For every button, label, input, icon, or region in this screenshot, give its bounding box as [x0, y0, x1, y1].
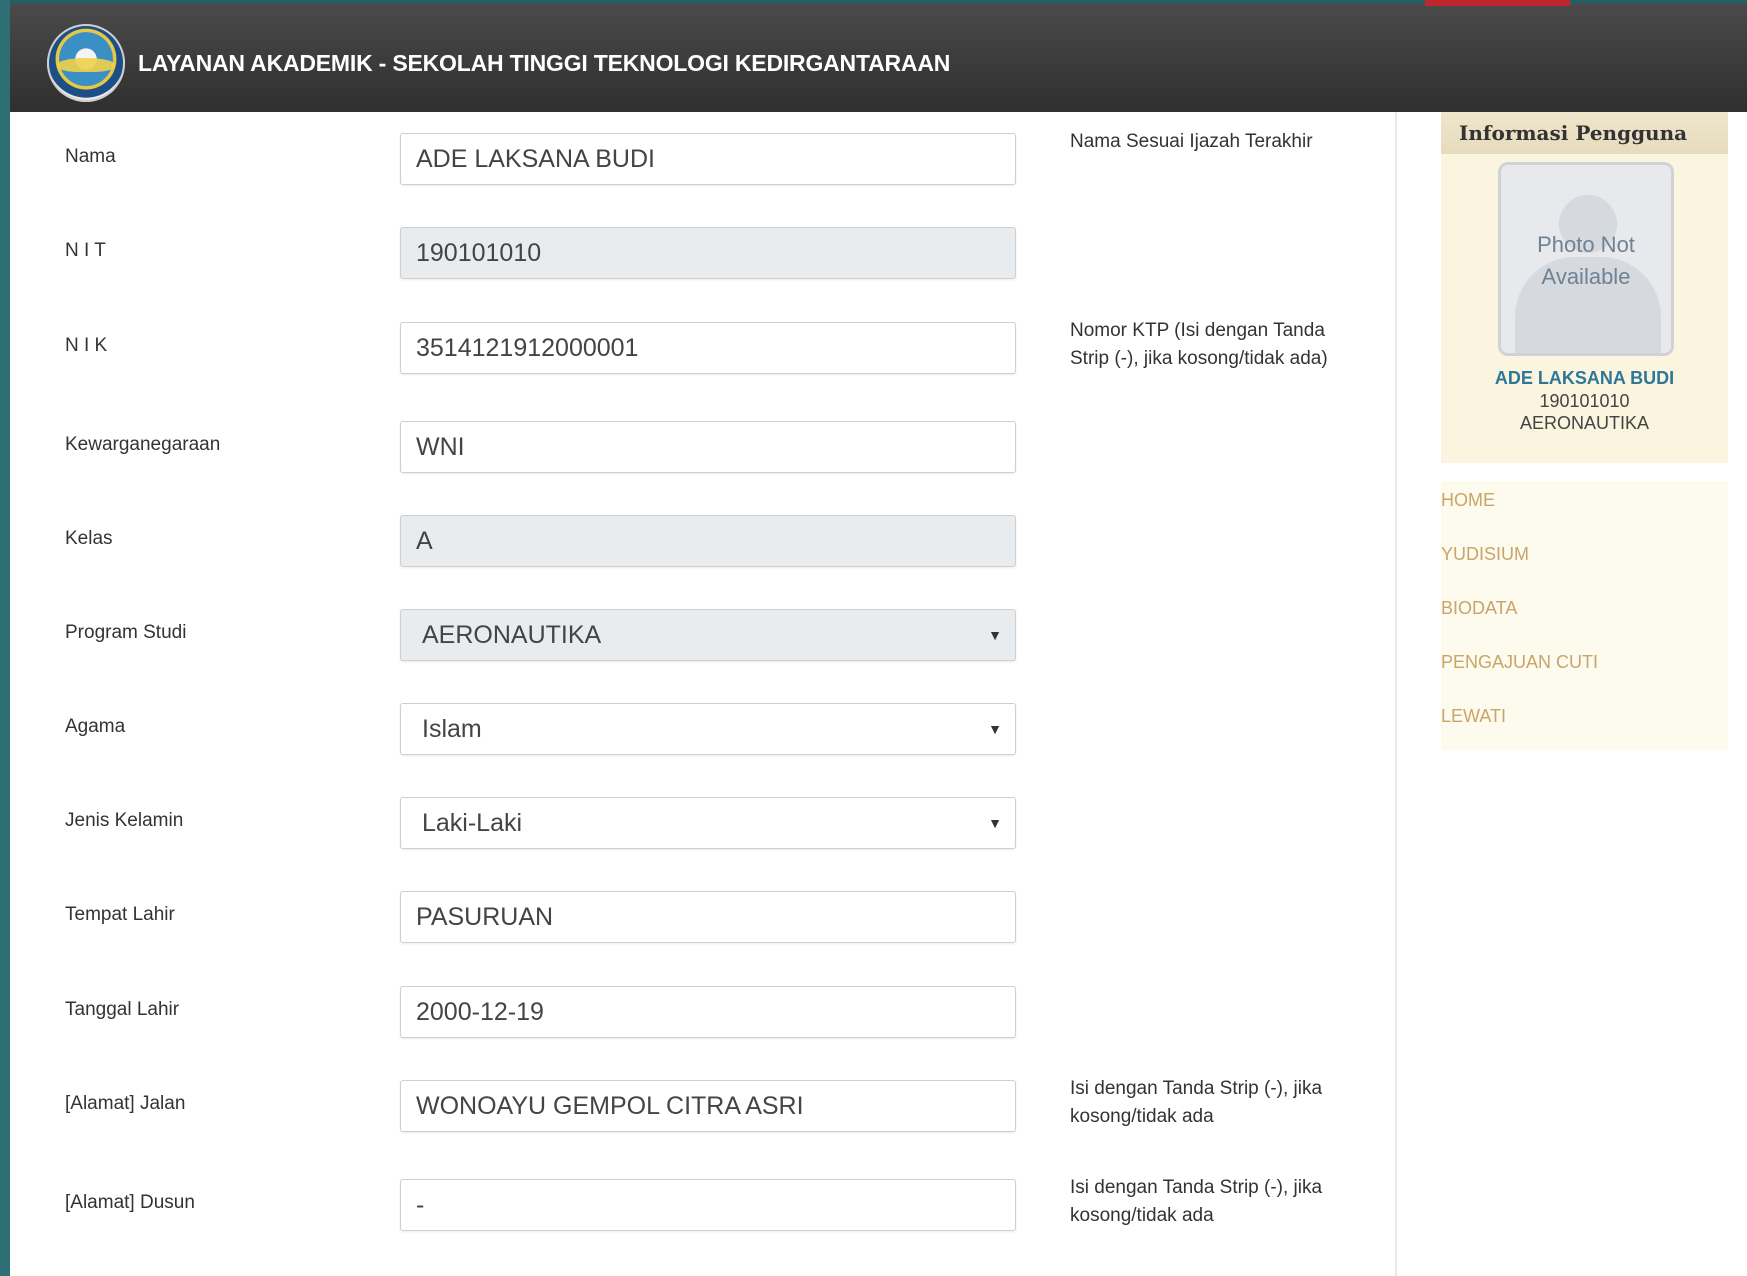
nit-input[interactable]: 190101010 [400, 227, 1016, 279]
hint-alamat-jalan: Isi dengan Tanda Strip (-), jika kosong/… [1070, 1078, 1323, 1127]
top-header-bar: LAYANAN AKADEMIK - SEKOLAH TINGGI TEKNOL… [10, 0, 1747, 112]
user-info-header: Informasi Pengguna [1441, 112, 1728, 154]
photo-text-line-2: Available [1541, 264, 1631, 289]
alamat-dusun-input[interactable]: - [400, 1179, 1016, 1231]
program-studi-select[interactable]: AERONAUTIKA ▼ [400, 609, 1016, 661]
label-tanggal-lahir: Tanggal Lahir [65, 999, 180, 1020]
nik-input[interactable]: 3514121912000001 [400, 322, 1016, 374]
user-photo-placeholder: Photo Not Available [1498, 162, 1674, 356]
kewarganegaraan-input[interactable]: WNI [400, 421, 1016, 473]
caret-down-icon: ▼ [988, 721, 1002, 737]
menu-item-lewati[interactable]: LEWATI [1441, 706, 1506, 727]
biodata-form: Nama ADE LAKSANA BUDI Nama Sesuai Ijazah… [10, 112, 1397, 1276]
jenis-kelamin-select[interactable]: Laki-Laki ▼ [400, 797, 1016, 849]
menu-item-pengajuan-cuti[interactable]: PENGAJUAN CUTI [1441, 652, 1598, 673]
user-name: ADE LAKSANA BUDI [1494, 368, 1675, 388]
label-nik: N I K [65, 335, 108, 356]
user-program-studi: AERONAUTIKA [1519, 413, 1650, 433]
user-info-title: Informasi Pengguna [1459, 121, 1688, 145]
hint-alamat-dusun: Isi dengan Tanda Strip (-), jika kosong/… [1070, 1177, 1323, 1226]
agama-value: Islam [422, 715, 482, 743]
app-title: LAYANAN AKADEMIK - SEKOLAH TINGGI TEKNOL… [138, 50, 951, 76]
label-alamat-dusun: [Alamat] Dusun [65, 1192, 195, 1213]
hint-nama: Nama Sesuai Ijazah Terakhir [1070, 131, 1313, 152]
menu-item-home[interactable]: HOME [1441, 490, 1495, 511]
header-accent-tab[interactable] [1425, 0, 1570, 6]
caret-down-icon: ▼ [988, 815, 1002, 831]
user-nit: 190101010 [1539, 391, 1630, 411]
kelas-input[interactable]: A [400, 515, 1016, 567]
label-tempat-lahir: Tempat Lahir [65, 904, 175, 925]
user-info-panel: Informasi Pengguna Photo Not Available A… [1441, 112, 1728, 463]
caret-down-icon: ▼ [988, 627, 1002, 643]
label-jenis-kelamin: Jenis Kelamin [65, 810, 184, 831]
label-kewarganegaraan: Kewarganegaraan [65, 434, 221, 455]
photo-not-available-text: Photo Not Available [1501, 229, 1671, 293]
label-program-studi: Program Studi [65, 622, 187, 643]
jenis-kelamin-value: Laki-Laki [422, 809, 523, 837]
photo-text-line-1: Photo Not [1537, 232, 1635, 257]
label-kelas: Kelas [65, 528, 113, 549]
app-frame: LAYANAN AKADEMIK - SEKOLAH TINGGI TEKNOL… [10, 0, 1747, 1276]
tempat-lahir-input[interactable]: PASURUAN [400, 891, 1016, 943]
hint-nik: Nomor KTP (Isi dengan Tanda Strip (-), j… [1070, 320, 1328, 369]
label-nama: Nama [65, 146, 116, 167]
tanggal-lahir-input[interactable]: 2000-12-19 [400, 986, 1016, 1038]
label-nit: N I T [65, 240, 106, 261]
program-studi-value: AERONAUTIKA [422, 621, 602, 649]
sidebar-menu: HOME YUDISIUM BIODATA PENGAJUAN CUTI LEW… [1441, 481, 1728, 750]
agama-select[interactable]: Islam ▼ [400, 703, 1016, 755]
menu-item-biodata[interactable]: BIODATA [1441, 598, 1517, 619]
label-alamat-jalan: [Alamat] Jalan [65, 1093, 186, 1114]
nama-input[interactable]: ADE LAKSANA BUDI [400, 133, 1016, 185]
menu-item-yudisium[interactable]: YUDISIUM [1441, 544, 1529, 565]
alamat-jalan-input[interactable]: WONOAYU GEMPOL CITRA ASRI [400, 1080, 1016, 1132]
institution-logo [47, 24, 125, 102]
label-agama: Agama [65, 716, 126, 737]
